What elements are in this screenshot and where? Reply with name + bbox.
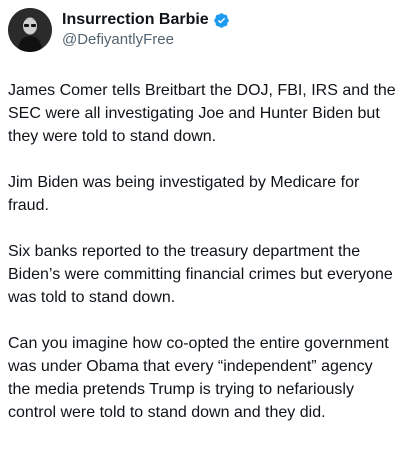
author-names: Insurrection Barbie @DefiyantlyFree	[62, 10, 230, 50]
tweet-paragraph: Can you imagine how co-opted the entire …	[8, 335, 389, 421]
avatar[interactable]	[8, 8, 52, 52]
tweet-text: James Comer tells Breitbart the DOJ, FBI…	[8, 79, 398, 447]
verified-badge-icon	[213, 12, 230, 29]
tweet-paragraph: Jim Biden was being investigated by Medi…	[8, 174, 360, 214]
user-handle[interactable]: @DefiyantlyFree	[62, 30, 230, 50]
avatar-portrait-icon	[8, 8, 52, 52]
tweet-paragraph: James Comer tells Breitbart the DOJ, FBI…	[8, 82, 396, 145]
display-name[interactable]: Insurrection Barbie	[62, 10, 209, 30]
tweet-header: Insurrection Barbie @DefiyantlyFree	[8, 8, 230, 52]
tweet-paragraph: Six banks reported to the treasury depar…	[8, 243, 393, 306]
display-name-row: Insurrection Barbie	[62, 10, 230, 30]
